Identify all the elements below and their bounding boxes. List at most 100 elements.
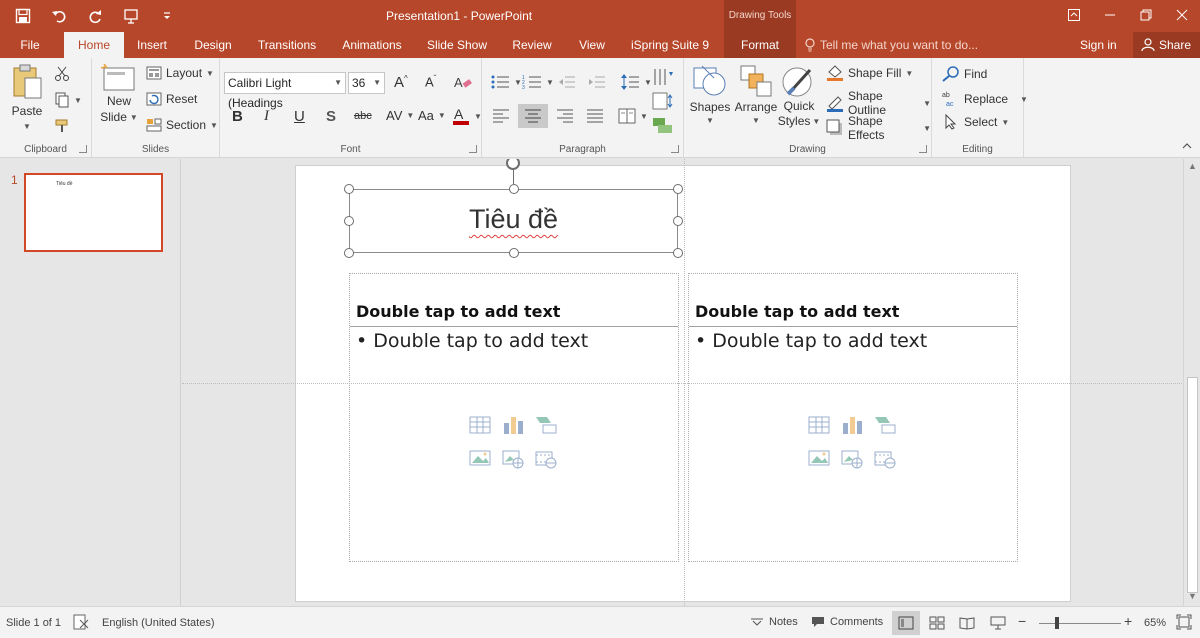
copy-button[interactable]: ▼ (54, 92, 82, 108)
table-icon[interactable] (469, 415, 491, 435)
tab-insert[interactable]: Insert (130, 32, 174, 58)
left-column-heading[interactable]: Double tap to add text (356, 302, 560, 321)
chart-icon[interactable] (502, 415, 524, 435)
notes-button[interactable]: Notes (750, 616, 798, 628)
right-column-bullet[interactable]: • Double tap to add text (695, 330, 927, 352)
change-case-button[interactable]: Aa ▼ (418, 108, 446, 123)
clipboard-dialog-launcher[interactable] (79, 145, 87, 153)
section-button[interactable]: Section ▼ (146, 118, 218, 132)
smartart-icon[interactable] (874, 415, 896, 435)
scroll-down-arrow[interactable]: ▼ (1188, 591, 1197, 601)
picture-icon[interactable] (469, 449, 491, 469)
convert-to-smartart-button[interactable] (652, 116, 674, 134)
tab-transitions[interactable]: Transitions (252, 32, 322, 58)
comments-button[interactable]: Comments (811, 616, 883, 628)
undo-icon[interactable] (42, 3, 76, 29)
slide-thumbnail[interactable]: Tiêu đề (24, 173, 163, 252)
tab-ispring[interactable]: iSpring Suite 9 (626, 32, 714, 58)
justify-button[interactable] (586, 108, 604, 124)
language-indicator[interactable]: English (United States) (102, 617, 215, 629)
clear-formatting-button[interactable]: A (454, 74, 472, 90)
tab-format[interactable]: Format (724, 32, 796, 58)
resize-handle-top-left[interactable] (344, 184, 354, 194)
resize-handle-top-right[interactable] (673, 184, 683, 194)
right-content-placeholder[interactable]: Double tap to add text • Double tap to a… (688, 273, 1018, 562)
shapes-button[interactable]: Shapes ▼ (690, 64, 730, 134)
video-icon[interactable] (535, 449, 557, 469)
tab-file[interactable]: File (12, 32, 48, 58)
slide-show-button[interactable] (990, 616, 1006, 630)
rotate-handle[interactable] (506, 159, 520, 170)
select-button[interactable]: Select ▼ (942, 114, 1009, 130)
text-shadow-button[interactable]: S (326, 108, 336, 125)
tab-home[interactable]: Home (64, 32, 124, 59)
new-slide-button[interactable]: New Slide ▼ (98, 64, 140, 136)
font-size-dropdown[interactable]: 36 ▼ (348, 72, 385, 94)
shape-fill-button[interactable]: Shape Fill ▼ (826, 64, 913, 82)
resize-handle-bottom-right[interactable] (673, 248, 683, 258)
align-right-button[interactable] (556, 108, 574, 124)
zoom-level[interactable]: 65% (1144, 617, 1166, 629)
chart-icon[interactable] (841, 415, 863, 435)
ribbon-display-options-icon[interactable] (1056, 0, 1092, 30)
paste-button[interactable]: Paste ▼ (8, 64, 46, 134)
slide-sorter-button[interactable] (929, 616, 945, 630)
tab-review[interactable]: Review (506, 32, 558, 58)
online-picture-icon[interactable] (841, 449, 863, 469)
resize-handle-bottom-left[interactable] (344, 248, 354, 258)
bold-button[interactable]: B (232, 108, 243, 125)
shape-outline-button[interactable]: Shape Outline ▼ (826, 89, 931, 117)
align-text-button[interactable] (652, 92, 674, 110)
format-painter-button[interactable] (54, 118, 70, 134)
font-dialog-launcher[interactable] (469, 145, 477, 153)
close-icon[interactable] (1164, 0, 1200, 30)
font-color-button[interactable]: A ▼ (452, 106, 482, 126)
scroll-thumb[interactable] (1187, 377, 1198, 593)
center-button[interactable] (518, 104, 548, 128)
picture-icon[interactable] (808, 449, 830, 469)
grow-font-button[interactable]: A^ (394, 74, 408, 91)
tell-me-search[interactable]: Tell me what you want to do... (804, 32, 978, 58)
font-name-dropdown[interactable]: Calibri Light (Headings ▼ (224, 72, 346, 110)
cut-button[interactable] (54, 66, 70, 82)
resize-handle-top[interactable] (509, 184, 519, 194)
increase-indent-button[interactable] (588, 74, 606, 90)
video-icon[interactable] (874, 449, 896, 469)
tab-animations[interactable]: Animations (336, 32, 408, 58)
arrange-button[interactable]: Arrange ▼ (734, 64, 778, 134)
quick-styles-button[interactable]: Quick Styles ▼ (778, 64, 820, 138)
zoom-in-button[interactable]: + (1124, 613, 1132, 629)
normal-view-button[interactable] (892, 611, 920, 635)
tab-slide-show[interactable]: Slide Show (422, 32, 492, 58)
customize-qat-icon[interactable] (150, 3, 184, 29)
tab-view[interactable]: View (572, 32, 612, 58)
collapse-ribbon-button[interactable] (1182, 142, 1192, 150)
share-button[interactable]: Share (1133, 32, 1200, 58)
align-left-button[interactable] (492, 108, 510, 124)
online-picture-icon[interactable] (502, 449, 524, 469)
line-spacing-button[interactable]: ▼ (620, 72, 652, 92)
tab-design[interactable]: Design (188, 32, 238, 58)
reading-view-button[interactable] (959, 616, 975, 630)
italic-button[interactable]: I (264, 108, 269, 125)
resize-handle-right[interactable] (673, 216, 683, 226)
minimize-icon[interactable] (1092, 0, 1128, 30)
left-content-placeholder[interactable]: Double tap to add text • Double tap to a… (349, 273, 679, 562)
strikethrough-button[interactable]: abc (354, 110, 372, 122)
replace-button[interactable]: ab ac Replace ▼ (942, 90, 1028, 108)
slide-title[interactable]: Tiêu đề (350, 204, 677, 235)
text-direction-button[interactable] (652, 68, 674, 86)
smartart-icon[interactable] (535, 415, 557, 435)
redo-icon[interactable] (78, 3, 112, 29)
zoom-out-button[interactable]: − (1018, 613, 1026, 629)
drawing-dialog-launcher[interactable] (919, 145, 927, 153)
scroll-up-arrow[interactable]: ▲ (1188, 161, 1197, 171)
reset-button[interactable]: Reset (146, 92, 197, 106)
decrease-indent-button[interactable] (558, 74, 576, 90)
character-spacing-button[interactable]: AV ▼ (386, 108, 414, 123)
layout-button[interactable]: Layout ▼ (146, 66, 214, 80)
sign-in-link[interactable]: Sign in (1080, 32, 1117, 58)
shape-effects-button[interactable]: Shape Effects ▼ (826, 114, 931, 142)
save-icon[interactable] (6, 3, 40, 29)
paragraph-dialog-launcher[interactable] (671, 145, 679, 153)
